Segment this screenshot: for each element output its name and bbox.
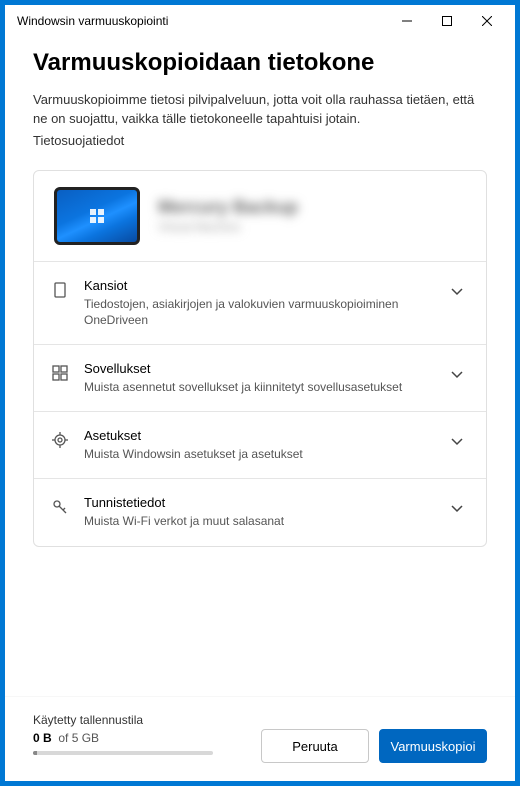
close-button[interactable]: [467, 5, 507, 37]
section-desc: Muista Windowsin asetukset ja asetukset: [84, 446, 436, 462]
section-desc: Muista Wi-Fi verkot ja muut salasanat: [84, 513, 436, 529]
backup-button[interactable]: Varmuuskopioi: [379, 729, 487, 763]
titlebar: Windowsin varmuuskopiointi: [5, 5, 515, 37]
content-area: Varmuuskopioidaan tietokone Varmuuskopio…: [5, 37, 515, 696]
storage-progress: [33, 751, 213, 755]
intro-text: Varmuuskopioimme tietosi pilvipalveluun,…: [33, 91, 487, 129]
apps-grid-icon: [50, 363, 70, 383]
minimize-button[interactable]: [387, 5, 427, 37]
section-desc: Tiedostojen, asiakirjojen ja valokuvien …: [84, 296, 436, 328]
section-body: Sovellukset Muista asennetut sovellukset…: [84, 361, 436, 395]
storage-total: 5 GB: [72, 731, 99, 745]
footer-buttons: Peruuta Varmuuskopioi: [33, 729, 487, 763]
page-title: Varmuuskopioidaan tietokone: [33, 49, 487, 77]
storage-progress-fill: [33, 751, 37, 755]
storage-label: Käytetty tallennustila: [33, 713, 487, 727]
storage-of: of: [58, 731, 68, 745]
device-thumbnail-icon: [54, 187, 140, 245]
section-folders[interactable]: Kansiot Tiedostojen, asiakirjojen ja val…: [34, 262, 486, 345]
section-title: Asetukset: [84, 428, 436, 443]
section-apps[interactable]: Sovellukset Muista asennetut sovellukset…: [34, 345, 486, 412]
minimize-icon: [402, 16, 412, 26]
section-body: Kansiot Tiedostojen, asiakirjojen ja val…: [84, 278, 436, 328]
device-name: Mercury Backup: [158, 197, 466, 218]
device-info: Mercury Backup Virtual Machine: [158, 197, 466, 234]
maximize-icon: [442, 16, 452, 26]
chevron-down-icon: [450, 284, 466, 300]
spacer: [33, 547, 487, 684]
section-credentials[interactable]: Tunnistetiedot Muista Wi-Fi verkot ja mu…: [34, 479, 486, 545]
footer: Käytetty tallennustila 0 B of 5 GB Peruu…: [5, 696, 515, 781]
key-icon: [50, 497, 70, 517]
section-settings[interactable]: Asetukset Muista Windowsin asetukset ja …: [34, 412, 486, 479]
privacy-link[interactable]: Tietosuojatiedot: [33, 133, 487, 148]
section-title: Tunnistetiedot: [84, 495, 436, 510]
chevron-down-icon: [450, 434, 466, 450]
storage-used: 0 B: [33, 731, 52, 745]
device-subtitle: Virtual Machine: [158, 220, 466, 234]
device-row: Mercury Backup Virtual Machine: [34, 171, 486, 262]
backup-panel: Mercury Backup Virtual Machine Kansiot T…: [33, 170, 487, 547]
maximize-button[interactable]: [427, 5, 467, 37]
gear-icon: [50, 430, 70, 450]
window-title: Windowsin varmuuskopiointi: [17, 14, 387, 28]
section-body: Tunnistetiedot Muista Wi-Fi verkot ja mu…: [84, 495, 436, 529]
chevron-down-icon: [450, 501, 466, 517]
cancel-button[interactable]: Peruuta: [261, 729, 369, 763]
close-icon: [482, 16, 492, 26]
folder-outline-icon: [50, 280, 70, 300]
app-window: Windowsin varmuuskopiointi Varmuuskopioi…: [5, 5, 515, 781]
section-body: Asetukset Muista Windowsin asetukset ja …: [84, 428, 436, 462]
chevron-down-icon: [450, 367, 466, 383]
section-title: Sovellukset: [84, 361, 436, 376]
section-title: Kansiot: [84, 278, 436, 293]
section-desc: Muista asennetut sovellukset ja kiinnite…: [84, 379, 436, 395]
